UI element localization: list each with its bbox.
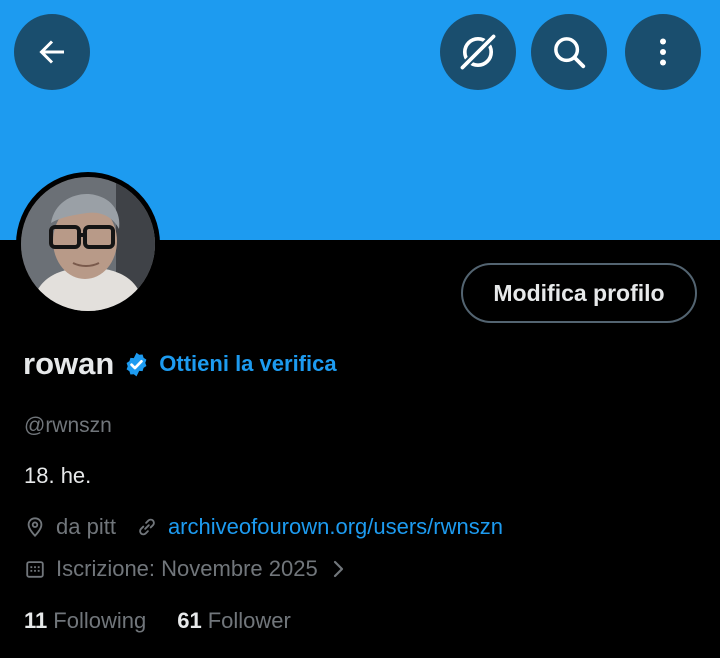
get-verified-link[interactable]: Ottieni la verifica bbox=[159, 351, 336, 377]
profile-meta-joined-row[interactable]: Iscrizione: Novembre 2025 bbox=[24, 556, 346, 582]
verified-badge-icon bbox=[126, 352, 147, 376]
chevron-right-icon bbox=[333, 560, 343, 578]
followers-label: Follower bbox=[207, 608, 291, 633]
display-name: rowan bbox=[23, 346, 115, 381]
name-row: rowan Ottieni la verifica bbox=[23, 344, 337, 384]
location-pin-icon bbox=[27, 517, 43, 538]
joined-date: Iscrizione: Novembre 2025 bbox=[56, 556, 318, 581]
profile-meta-location-row: da pitt archiveofourown.org/users/rwnszn bbox=[24, 514, 503, 540]
user-handle: @rwnszn bbox=[24, 414, 112, 437]
grok-button[interactable] bbox=[440, 14, 516, 90]
more-vertical-icon bbox=[660, 38, 666, 66]
location-text: da pitt bbox=[56, 514, 116, 539]
following-count: 11 bbox=[24, 608, 48, 633]
more-button[interactable] bbox=[625, 14, 701, 90]
back-button[interactable] bbox=[14, 14, 90, 90]
edit-profile-button[interactable]: Modifica profilo bbox=[461, 263, 697, 323]
avatar-photo-icon bbox=[21, 177, 155, 311]
avatar-image bbox=[21, 177, 155, 311]
avatar[interactable] bbox=[16, 172, 160, 316]
followers-count: 61 bbox=[177, 608, 202, 633]
following-label: Following bbox=[53, 608, 147, 633]
website-link[interactable]: archiveofourown.org/users/rwnszn bbox=[168, 514, 503, 540]
calendar-icon bbox=[26, 561, 44, 578]
search-button[interactable] bbox=[531, 14, 607, 90]
bio: 18. he. bbox=[24, 463, 92, 488]
follow-stats: 11 Following 61 Follower bbox=[24, 608, 291, 634]
grok-icon bbox=[458, 32, 498, 72]
arrow-left-icon bbox=[39, 40, 64, 64]
following-stat[interactable]: 11 Following bbox=[24, 608, 146, 634]
link-icon bbox=[139, 518, 155, 536]
followers-stat[interactable]: 61 Follower bbox=[177, 608, 291, 634]
search-icon bbox=[554, 37, 586, 69]
